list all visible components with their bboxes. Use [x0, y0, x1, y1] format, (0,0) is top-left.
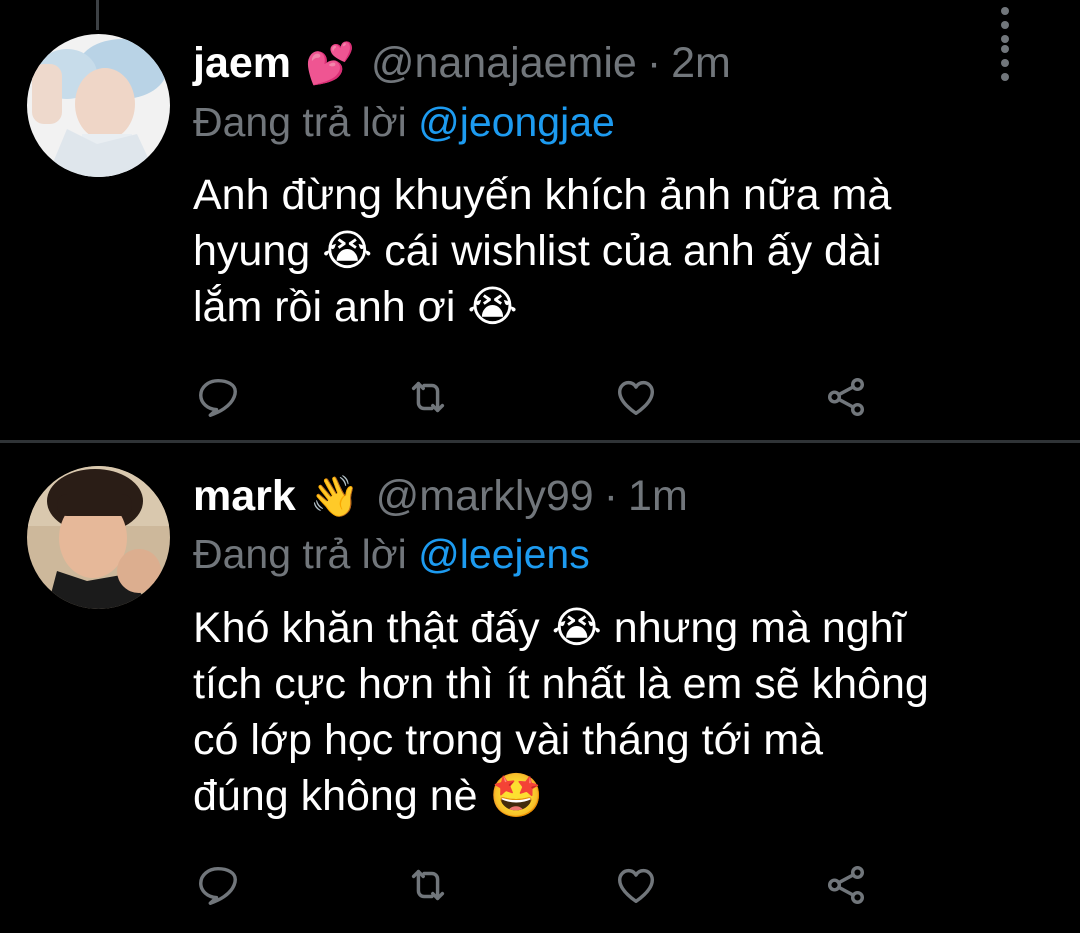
tweet-text: Khó khăn thật đấy 😭 nhưng mà nghĩ tích c…	[193, 600, 1053, 824]
replying-to: Đang trả lời @jeongjae	[193, 92, 615, 152]
action-bar	[193, 860, 873, 910]
tweet-divider	[0, 440, 1080, 443]
share-icon[interactable]	[821, 860, 871, 910]
like-icon[interactable]	[611, 860, 661, 910]
replying-prefix: Đang trả lời	[193, 99, 407, 145]
timestamp[interactable]: 1m	[628, 472, 688, 521]
reply-icon[interactable]	[193, 372, 243, 422]
user-handle[interactable]: @markly99	[376, 472, 594, 521]
action-bar	[193, 372, 873, 422]
separator-dot: ·	[646, 38, 662, 87]
display-name[interactable]: mark	[193, 472, 296, 521]
tweet-text-line: tích cực hơn thì ít nhất là em sẽ không	[193, 660, 929, 708]
avatar[interactable]	[27, 34, 170, 177]
tweet-text-line: đúng không nè 🤩	[193, 772, 544, 820]
reply-icon[interactable]	[193, 860, 243, 910]
like-icon[interactable]	[611, 372, 661, 422]
avatar-image	[27, 34, 170, 177]
retweet-icon[interactable]	[403, 860, 453, 910]
tweet-text-line: Anh đừng khuyến khích ảnh nữa mà	[193, 171, 892, 219]
tweet-header: mark 👋 @markly99 · 1m	[193, 466, 688, 526]
tweet-text-line: hyung 😭 cái wishlist của anh ấy dài	[193, 227, 882, 275]
mention-link[interactable]: @jeongjae	[418, 99, 615, 145]
more-icon[interactable]	[990, 0, 1020, 50]
avatar-image	[27, 466, 170, 609]
mention-link[interactable]: @leejens	[418, 531, 590, 577]
tweet-text-line: có lớp học trong vài tháng tới mà	[193, 716, 824, 764]
timestamp[interactable]: 2m	[671, 39, 731, 88]
avatar[interactable]	[27, 466, 170, 609]
name-emoji: 👋	[309, 474, 360, 519]
tweet-text-line: lắm rồi anh ơi 😭	[193, 283, 518, 331]
tweet-header: jaem 💕 @nanajaemie · 2m	[193, 33, 731, 93]
display-name[interactable]: jaem	[193, 39, 291, 88]
separator-dot: ·	[603, 471, 619, 520]
replying-to: Đang trả lời @leejens	[193, 524, 590, 584]
tweet-item[interactable]: mark 👋 @markly99 · 1m Đang trả lời @leej…	[0, 444, 1080, 933]
name-emoji: 💕	[305, 41, 355, 86]
user-handle[interactable]: @nanajaemie	[371, 39, 637, 88]
retweet-icon[interactable]	[403, 372, 453, 422]
replying-prefix: Đang trả lời	[193, 531, 407, 577]
tweet-item[interactable]: jaem 💕 @nanajaemie · 2m Đang trả lời @je…	[0, 0, 1080, 440]
tweet-text: Anh đừng khuyến khích ảnh nữa mà hyung 😭…	[193, 167, 1053, 335]
share-icon[interactable]	[821, 372, 871, 422]
tweet-text-line: Khó khăn thật đấy 😭 nhưng mà nghĩ	[193, 604, 906, 652]
